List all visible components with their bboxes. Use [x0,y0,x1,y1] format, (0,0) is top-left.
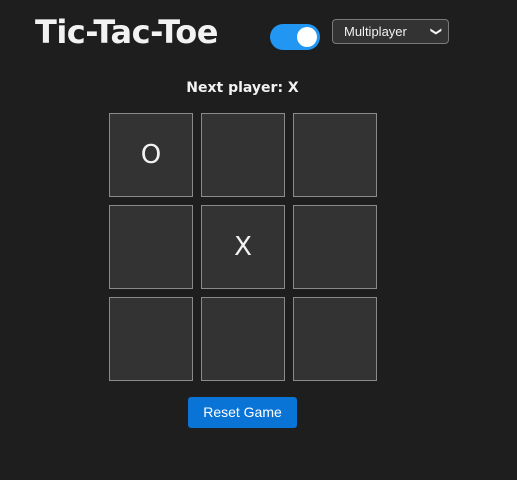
chevron-down-icon: ❯ [429,26,442,37]
toggle-knob [297,27,317,47]
app: Tic-Tac-Toe Multiplayer ❯ Next player: X… [0,0,517,480]
board-cell-3[interactable] [293,113,377,197]
board-cell-6[interactable] [293,205,377,289]
board-cell-7[interactable] [109,297,193,381]
mode-toggle-switch[interactable] [270,24,320,50]
game-mode-selected-value: Multiplayer [344,24,407,39]
board-cell-1[interactable]: O [109,113,193,197]
game-board: O X [109,113,377,381]
game-mode-select[interactable]: Multiplayer ❯ [332,19,449,44]
next-player-status: Next player: X [186,80,299,96]
page-title: Tic-Tac-Toe [35,13,218,51]
board-cell-9[interactable] [293,297,377,381]
board-cell-5[interactable]: X [201,205,285,289]
board-cell-2[interactable] [201,113,285,197]
reset-game-button[interactable]: Reset Game [188,397,297,428]
board-cell-8[interactable] [201,297,285,381]
board-cell-4[interactable] [109,205,193,289]
